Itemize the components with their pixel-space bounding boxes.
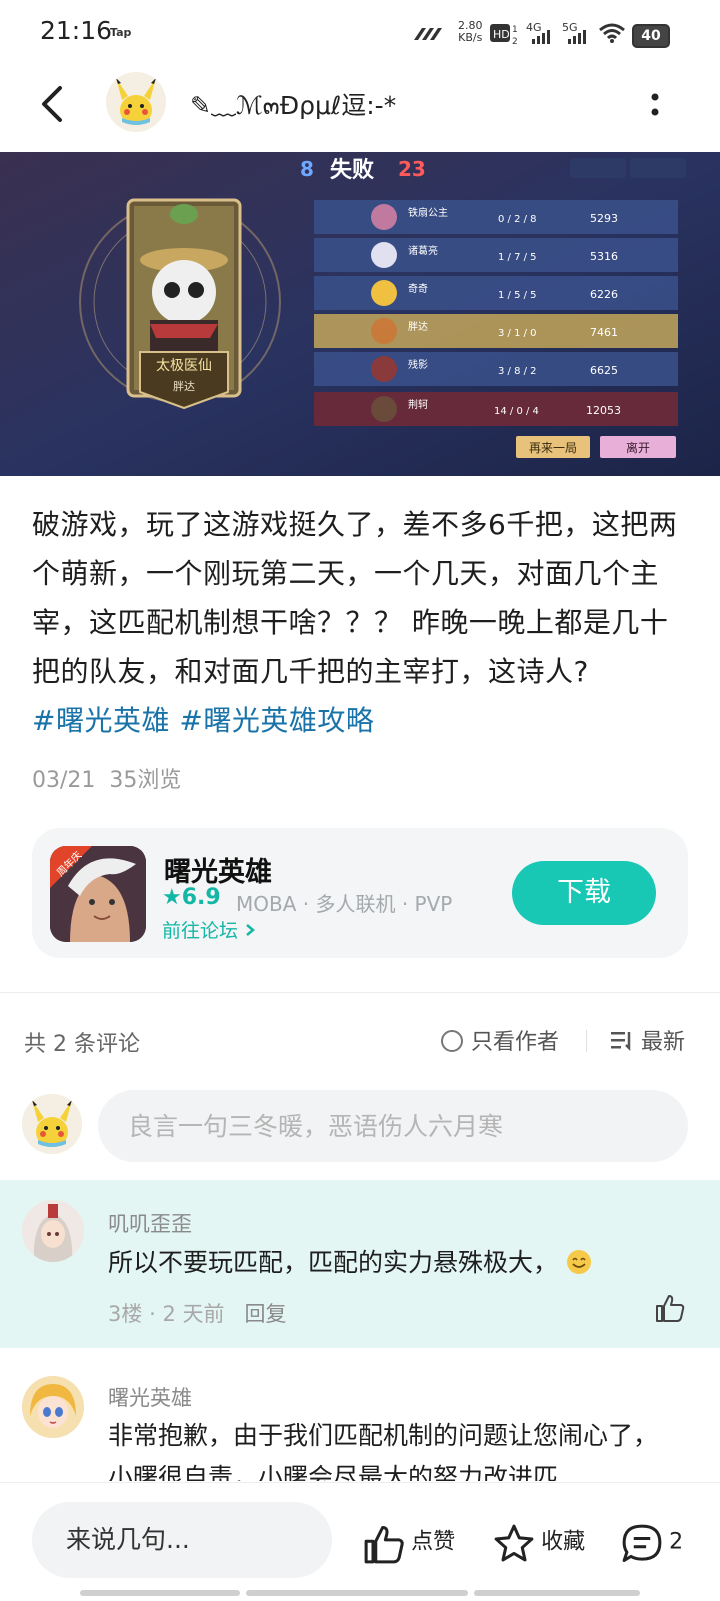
post-body: 破游戏，玩了这游戏挺久了，差不多6千把，这把两个萌新，一个刚玩第二天，一个几天，… — [32, 500, 692, 745]
post-date: 03/21 — [32, 768, 96, 793]
signal-5g-icon: 5G — [562, 21, 586, 44]
star-icon: ★ — [162, 885, 182, 910]
post-text: 破游戏，玩了这游戏挺久了，差不多6千把，这把两个萌新，一个刚玩第二天，一个几天，… — [32, 508, 678, 688]
divider — [0, 992, 720, 993]
svg-text:6226: 6226 — [590, 288, 618, 301]
svg-text:14 / 0 / 4: 14 / 0 / 4 — [494, 406, 539, 417]
leave-label: 离开 — [626, 440, 650, 455]
status-time: 21:16 — [40, 16, 113, 45]
app-tags: MOBA · 多人联机 · PVP — [236, 892, 453, 916]
svg-text:1 / 5 / 5: 1 / 5 / 5 — [498, 290, 537, 301]
signal-speed-icon — [414, 28, 442, 40]
svg-text:胖达: 胖达 — [408, 321, 428, 333]
wifi-icon — [599, 23, 625, 43]
match-result: 失败 — [330, 158, 374, 183]
svg-text:6625: 6625 — [590, 364, 618, 377]
app-rating: ★6.9 — [162, 885, 221, 910]
author-only-toggle[interactable]: 只看作者 — [440, 1024, 559, 1056]
smile-emoji-icon — [566, 1250, 591, 1274]
comment-time: 2 天前 — [162, 1302, 225, 1326]
svg-text:HD: HD — [493, 28, 510, 41]
app-icon[interactable]: 周年庆 — [50, 846, 146, 942]
score-left: 8 — [300, 157, 314, 181]
commenter-name[interactable]: 叽叽歪歪 — [108, 1208, 192, 1238]
forum-link[interactable]: 前往论坛 — [162, 916, 256, 943]
comment-text: 所以不要玩匹配，匹配的实力悬殊极大， — [108, 1242, 592, 1284]
home-indicator — [80, 1590, 640, 1596]
separator — [586, 1030, 587, 1052]
game-result-screenshot: 太极医仙 胖达 8 失败 23 铁扇公主 诸葛亮 奇奇 胖达 残影 荆轲 0 /… — [0, 152, 720, 476]
svg-text:5G: 5G — [562, 21, 578, 34]
svg-text:5293: 5293 — [590, 212, 618, 225]
post-meta: 03/21 35浏览 — [32, 762, 181, 794]
pikachu-avatar-icon — [106, 72, 166, 132]
comment-count: 共 2 条评论 — [24, 1032, 140, 1057]
comment-bubble-icon — [622, 1524, 662, 1563]
svg-text:奇奇: 奇奇 — [408, 282, 428, 295]
svg-text:荆轲: 荆轲 — [408, 398, 428, 411]
hero-subname: 胖达 — [173, 380, 195, 393]
svg-text:2: 2 — [512, 37, 518, 46]
svg-text:7461: 7461 — [590, 326, 618, 339]
svg-text:12053: 12053 — [586, 404, 621, 417]
svg-text:残影: 残影 — [408, 358, 428, 371]
star-icon — [494, 1524, 534, 1562]
more-vertical-icon[interactable] — [648, 90, 662, 120]
app-name[interactable]: 曙光英雄 — [164, 850, 272, 889]
comment-floor: 3楼 — [108, 1302, 143, 1326]
svg-text:0 / 2 / 8: 0 / 2 / 8 — [498, 214, 537, 225]
hero-name: 太极医仙 — [156, 358, 212, 374]
comment-text: 非常抱歉，由于我们匹配机制的问题让您闹心了，小曙很自责，小曙会尽最大的努力改进匹 — [108, 1421, 659, 1481]
my-avatar — [22, 1094, 82, 1154]
pikachu-avatar-icon — [22, 1094, 82, 1154]
svg-text:1 / 7 / 5: 1 / 7 / 5 — [498, 252, 537, 263]
comment-button[interactable]: 2 — [620, 1522, 683, 1566]
like-button[interactable]: 点赞 — [362, 1522, 455, 1566]
status-bar: 21:16 Tap 2.80 KB/s HD 1 2 4G 5G 40 — [0, 0, 720, 64]
hd-icon: HD 1 2 — [490, 24, 518, 46]
topic-tag[interactable]: #曙光英雄攻略 — [179, 704, 374, 737]
comment-meta: 3楼 · 2 天前 回复 — [108, 1302, 287, 1326]
svg-text:5316: 5316 — [590, 250, 618, 263]
author-username[interactable]: ✎﹏ℳ๓Ðρμℓ逗:-* — [190, 86, 396, 126]
post-image[interactable]: 太极医仙 胖达 8 失败 23 铁扇公主 诸葛亮 奇奇 胖达 残影 荆轲 0 /… — [0, 152, 720, 476]
svg-text:铁扇公主: 铁扇公主 — [408, 206, 448, 219]
battery-icon: 40 — [632, 24, 670, 48]
say-something-input[interactable]: 来说几句... — [32, 1502, 332, 1578]
official-avatar-icon — [22, 1376, 84, 1438]
commenter-avatar[interactable] — [22, 1200, 84, 1262]
download-button[interactable]: 下载 — [512, 861, 656, 925]
reply-button[interactable]: 回复 — [245, 1302, 287, 1326]
svg-text:3 / 1 / 0: 3 / 1 / 0 — [498, 328, 537, 339]
thumbs-up-icon[interactable] — [654, 1292, 686, 1324]
svg-text:诸葛亮: 诸葛亮 — [408, 244, 438, 257]
radio-circle-icon — [441, 1030, 463, 1052]
commenter-name[interactable]: 曙光英雄 — [108, 1382, 192, 1412]
svg-text:4G: 4G — [526, 21, 542, 34]
post-views: 35浏览 — [109, 768, 182, 793]
chevron-right-icon — [246, 924, 256, 936]
network-speed: 2.80 KB/s — [458, 19, 483, 44]
topic-tag[interactable]: #曙光英雄 — [32, 704, 170, 737]
sort-icon — [611, 1032, 631, 1052]
svg-text:3 / 8 / 2: 3 / 8 / 2 — [498, 366, 537, 377]
anime-avatar-icon — [22, 1200, 84, 1262]
author-avatar[interactable] — [106, 72, 166, 132]
game-app-icon: 周年庆 — [50, 846, 146, 942]
score-right: 23 — [398, 157, 426, 181]
play-again-label: 再来一局 — [529, 441, 577, 455]
chevron-left-icon[interactable] — [38, 84, 66, 124]
collect-button[interactable]: 收藏 — [492, 1522, 585, 1566]
sort-latest[interactable]: 最新 — [610, 1024, 685, 1056]
signal-4g-icon: 4G — [526, 21, 550, 44]
comment-input[interactable] — [98, 1090, 688, 1162]
commenter-avatar[interactable] — [22, 1376, 84, 1438]
svg-text:1: 1 — [512, 25, 518, 35]
thumbs-up-icon — [364, 1525, 404, 1564]
status-tap: Tap — [110, 26, 132, 39]
